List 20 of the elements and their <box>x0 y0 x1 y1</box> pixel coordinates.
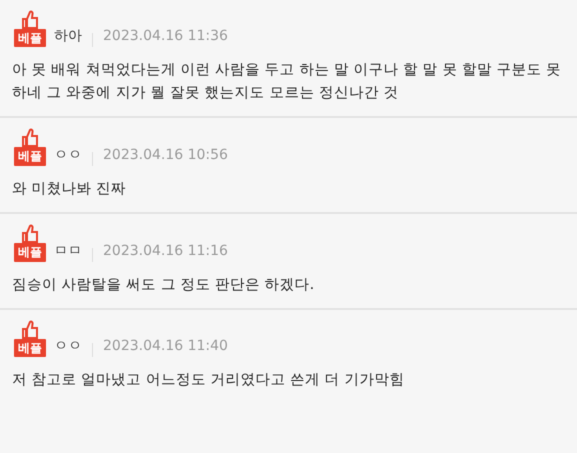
thumbs-up-icon <box>22 10 38 29</box>
thumbs-up-icon <box>22 224 38 244</box>
comment-text: 와 미쳤나봐 진짜 <box>12 180 128 199</box>
comment-text: 저 참고로 얼마냈고 어느정도 거리였다고 쓴게 더 기가막힘 <box>12 371 406 390</box>
author-name: 하아 <box>54 27 82 46</box>
comment-date: 2023.04.16 10:56 <box>103 146 228 165</box>
author-name: ㅁㅁ <box>54 242 82 261</box>
best-badge: 베플 <box>14 29 46 48</box>
thumbs-up-icon <box>22 128 38 148</box>
author-name: ㅇㅇ <box>54 337 82 356</box>
comment-date: 2023.04.16 11:36 <box>103 27 228 46</box>
thumbs-up-icon <box>22 320 38 340</box>
comment-text: 아 못 배워 쳐먹었다는게 이런 사람을 두고 하는 말 이구나 할 말 못 할말 구분도 못하네 그 와중에 지가 뭘 잘못 했는지도 모르는 정신나간 것 <box>12 61 562 103</box>
author-name: ㅇㅇ <box>54 146 82 165</box>
best-badge: 베플 <box>14 339 46 358</box>
best-badge: 베플 <box>14 243 46 262</box>
best-badge: 베플 <box>14 147 46 166</box>
comment-date: 2023.04.16 11:40 <box>103 337 228 356</box>
comment-text: 짐승이 사람탈을 써도 그 정도 판단은 하겠다. <box>12 276 316 295</box>
comment-date: 2023.04.16 11:16 <box>103 242 228 261</box>
